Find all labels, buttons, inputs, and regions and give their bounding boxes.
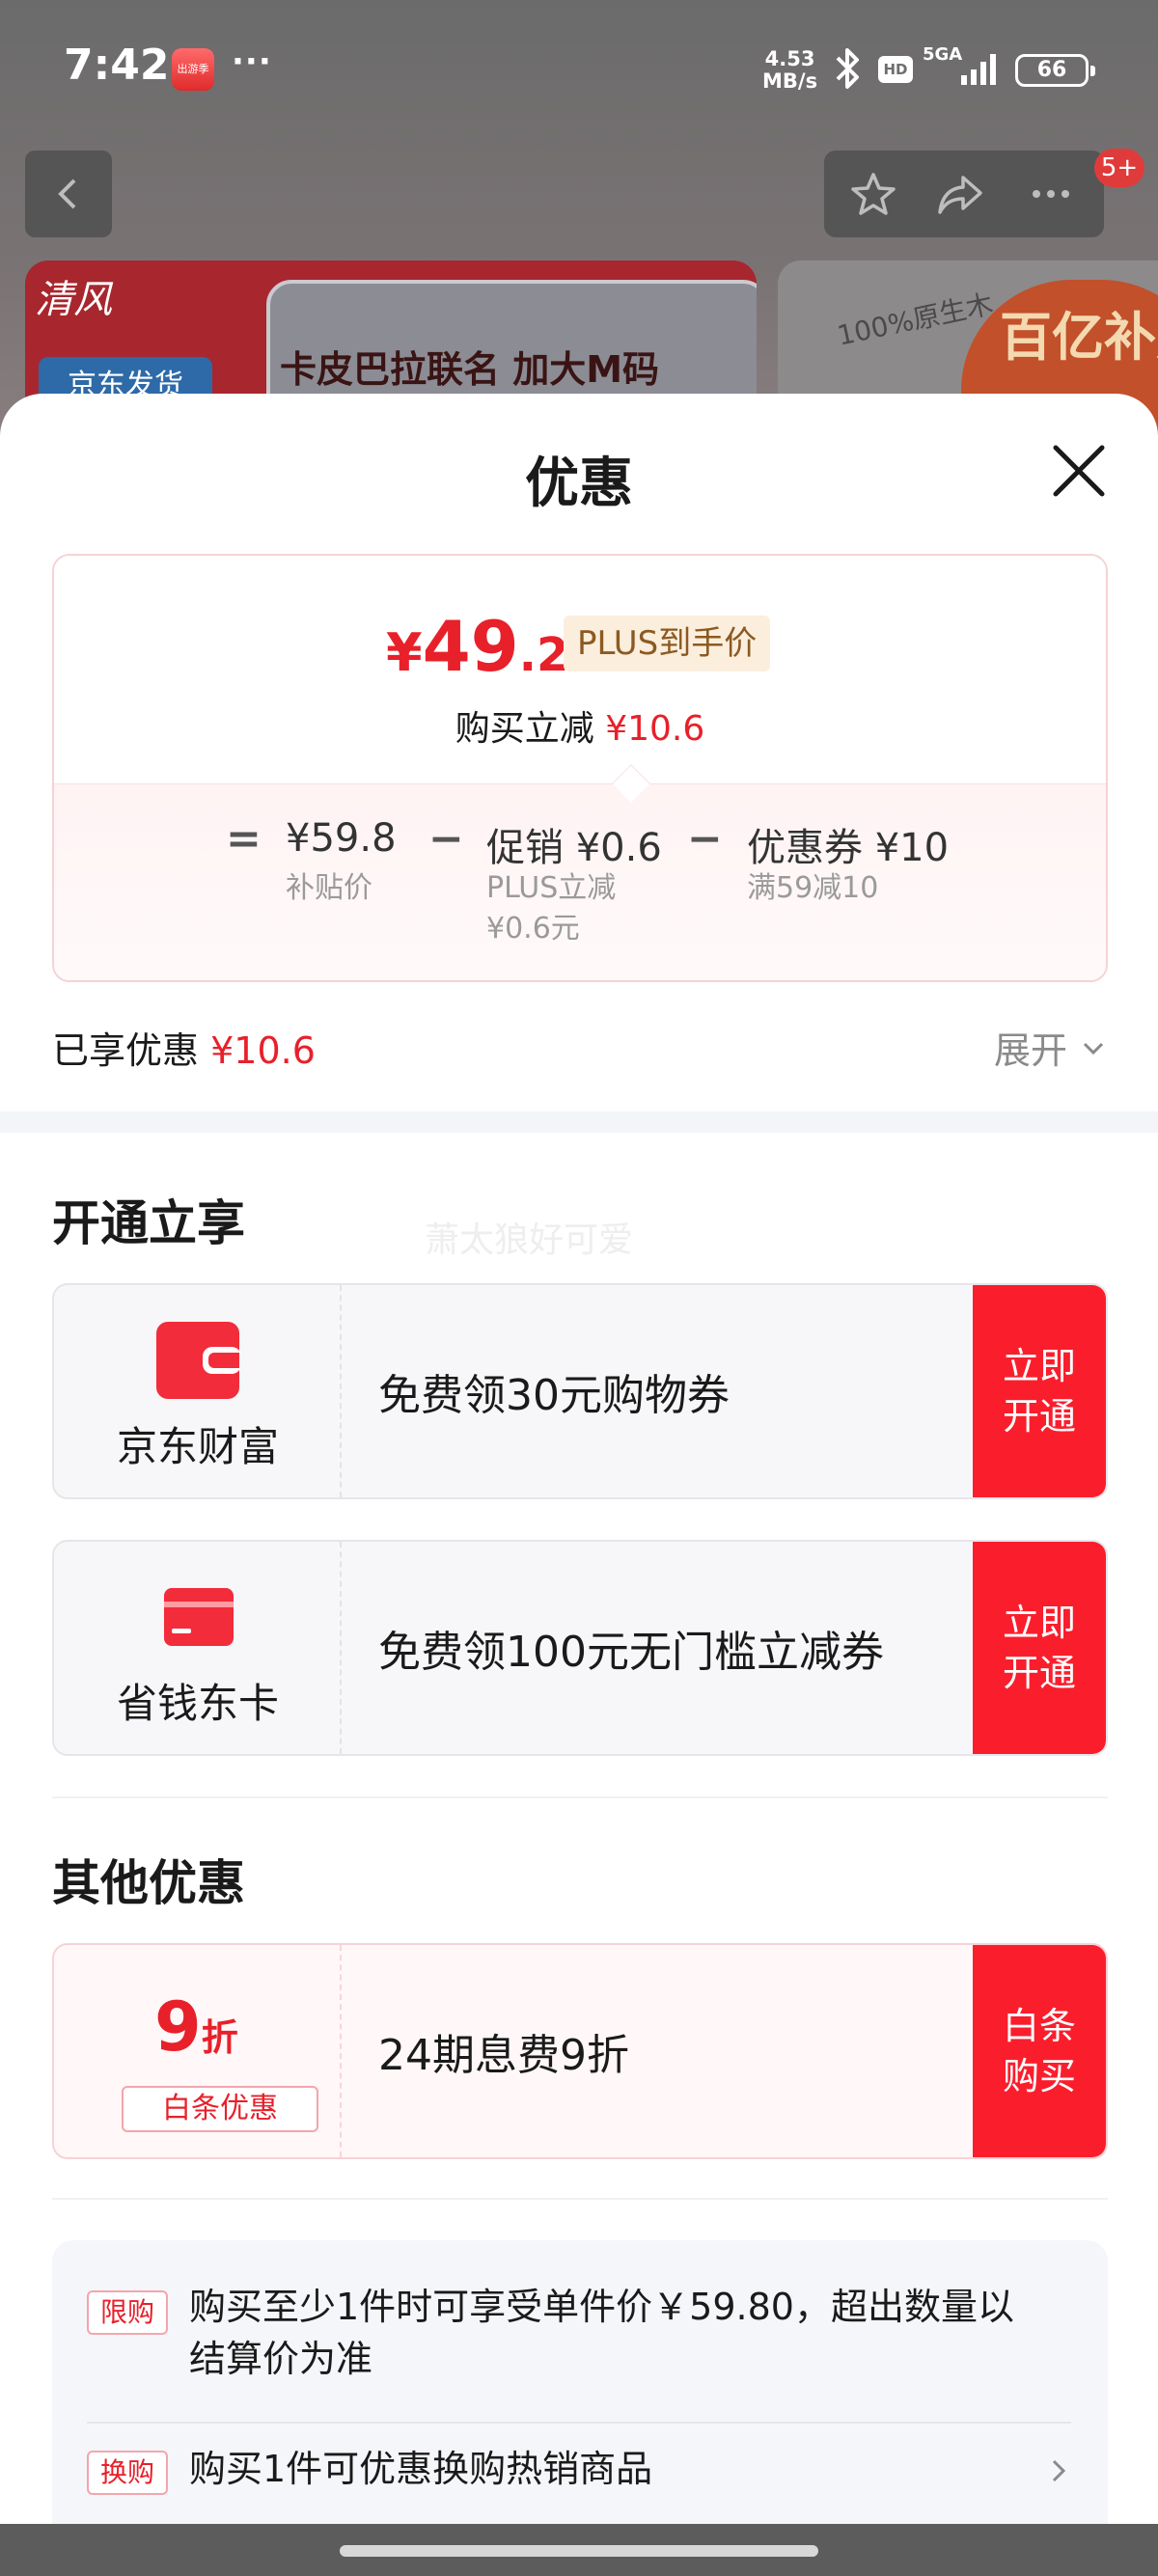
plus-price-tag: PLUS到手价 [564,616,771,671]
brand-logo: 清风 [35,278,112,322]
reduce-line: 购买立减 ¥10.6 [54,700,1106,751]
home-indicator[interactable] [340,2545,818,2557]
watermark: 萧太狼好可爱 [425,1220,634,1260]
reduce-label: 购买立减 [455,709,594,749]
chevron-down-icon[interactable] [1079,1034,1108,1063]
promo-sub-1: PLUS立减 [486,871,617,905]
price-currency: ¥ [386,622,423,683]
base-price: ¥59.8 [286,816,397,861]
reduce-value: ¥10.6 [605,709,705,749]
more-icon[interactable] [1027,170,1075,218]
chevron-left-icon [58,178,76,209]
network-speed: 4.53 MB/s [762,48,817,93]
network-speed-value: 4.53 [764,47,815,70]
expand-button[interactable]: 展开 [994,1021,1067,1074]
discount-sheet: 优惠 ¥49.2 PLUS到手价 购买立减 ¥10.6 = ¥59.8 补贴价 … [0,394,1158,2576]
coupon-label: 优惠券 [747,826,863,870]
divider [52,1796,1108,1798]
enjoyed-discount: 已享优惠 ¥10.6 [52,1021,316,1074]
card-icon [164,1588,234,1646]
rule-tag-exchange: 换购 [87,2451,168,2495]
close-icon[interactable] [1050,442,1108,500]
promo: 促销 ¥0.6 [486,816,662,872]
discount-rate: 9折 [154,1987,238,2067]
coupon-value: ¥10 [874,826,950,870]
star-icon[interactable] [849,170,897,218]
enjoyed-value: ¥10.6 [210,1029,316,1072]
offer-card-left: 9折 白条优惠 [54,1945,342,2157]
offer-description: 免费领100元无门槛立减券 [378,1628,884,1677]
message-badge: 5+ [1094,149,1144,187]
section-title-other: 其他优惠 [52,1855,245,1911]
offer-name: 省钱东卡 [116,1680,279,1727]
activate-button[interactable]: 立即开通 [973,1542,1106,1754]
hd-icon: HD [878,56,913,83]
wallet-icon [156,1322,239,1399]
baitiao-buy-label: 白条购买 [1002,2005,1076,2097]
offer-description: 免费领30元购物券 [378,1371,730,1420]
coupon: 优惠券 ¥10 [747,816,949,872]
offer-name: 京东财富 [116,1423,279,1470]
price-decimal: .2 [518,628,569,682]
minus-sign: − [428,814,464,863]
section-title-open: 开通立享 [52,1195,245,1251]
rule-text-limit: 购买至少1件时可享受单件价￥59.80，超出数量以结算价为准 [189,2286,1014,2380]
rule-divider [87,2422,1071,2424]
price-summary-top: ¥49.2 PLUS到手价 购买立减 ¥10.6 [54,556,1106,783]
offer-card-left: 京东财富 [54,1285,342,1497]
offer-card-left: 省钱东卡 [54,1542,342,1754]
coupon-sub: 满59减10 [747,871,879,905]
banner-title: 卡皮巴拉联名 加大M码 [280,348,660,391]
bluetooth-icon [836,48,859,89]
promo-sub-2: ¥0.6元 [486,912,580,945]
chevron-right-icon[interactable] [1044,2456,1073,2485]
divider [52,2198,1108,2200]
final-price: ¥49.2 [386,606,568,687]
activate-button-label: 立即开通 [1002,1345,1076,1438]
network-speed-unit: MB/s [762,69,818,93]
discount-tag: 白条优惠 [122,2086,318,2132]
rule-text-exchange[interactable]: 购买1件可优惠换购热销商品 [189,2443,1019,2495]
app-notification-icon: 出游季 [172,48,214,91]
activate-button[interactable]: 立即开通 [973,1285,1106,1497]
more-notifications-icon: ··· [232,42,272,81]
share-icon[interactable] [936,170,984,218]
back-button[interactable] [25,151,112,237]
status-bar: 7:42 出游季 ··· 4.53 MB/s HD 5GA 66 [0,0,1158,135]
status-time: 7:42 [64,41,170,90]
signal-icon [961,54,996,85]
activate-button-label: 立即开通 [1002,1602,1076,1694]
offer-card-savings-card[interactable]: 省钱东卡 免费领100元无门槛立减券 立即开通 [52,1540,1108,1756]
offer-card-baitiao[interactable]: 9折 白条优惠 24期息费9折 白条购买 [52,1943,1108,2159]
discount-number: 9 [154,1987,202,2067]
price-summary-card: ¥49.2 PLUS到手价 购买立减 ¥10.6 = ¥59.8 补贴价 − 促… [52,554,1108,982]
top-actions-bar [824,151,1104,237]
equals-sign: = [226,814,262,863]
baitiao-buy-button[interactable]: 白条购买 [973,1945,1106,2157]
promo-label: 促销 [486,826,564,870]
offer-card-jd-wealth[interactable]: 京东财富 免费领30元购物券 立即开通 [52,1283,1108,1499]
discount-unit: 折 [201,2016,238,2059]
section-divider [0,1111,1158,1133]
price-integer: 49 [422,606,519,687]
rule-tag-limit: 限购 [87,2290,168,2335]
background-page: 7:42 出游季 ··· 4.53 MB/s HD 5GA 66 5+ 清风 卡… [0,0,1158,453]
base-price-label: 补贴价 [286,871,372,905]
minus-sign: − [687,814,723,863]
battery-indicator: 66 [1015,54,1095,87]
promo-value: ¥0.6 [575,826,662,870]
enjoyed-label: 已享优惠 [52,1029,200,1072]
offer-description: 24期息费9折 [378,2031,629,2080]
sheet-title: 优惠 [525,452,633,515]
